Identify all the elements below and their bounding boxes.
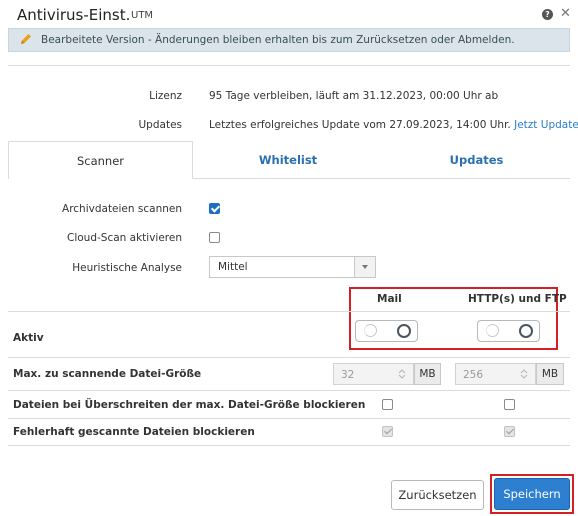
row-divider — [8, 445, 570, 446]
updates-status-text: Letztes erfolgreiches Update vom 27.09.2… — [209, 119, 511, 131]
dialog-title: Antivirus-Einst. — [17, 6, 131, 24]
mail-active-toggle[interactable] — [355, 320, 418, 342]
dialog-subtitle: UTM — [131, 10, 154, 21]
spinner-icon[interactable] — [520, 368, 528, 380]
mail-block-oversize-checkbox[interactable] — [382, 399, 393, 410]
save-button[interactable]: Speichern — [494, 478, 570, 510]
notice-text: Bearbeitete Version - Änderungen bleiben… — [41, 34, 515, 46]
cloud-scan-label: Cloud-Scan aktivieren — [67, 232, 182, 244]
heuristic-label: Heuristische Analyse — [72, 262, 182, 274]
divider — [8, 65, 570, 66]
block-oversize-label: Dateien bei Überschreiten der max. Datei… — [13, 399, 366, 411]
toggle-knob — [519, 324, 533, 338]
row-divider — [8, 357, 570, 358]
archive-scan-checkbox[interactable] — [209, 203, 220, 214]
column-header-mail: Mail — [377, 293, 402, 305]
reset-button[interactable]: Zurücksetzen — [391, 480, 484, 510]
mail-max-size-input[interactable]: 32 — [333, 363, 414, 385]
mail-max-size-value: 32 — [341, 369, 355, 381]
column-header-http-ftp: HTTP(s) und FTP — [468, 293, 567, 305]
tab-divider — [193, 178, 570, 179]
toggle-off-indicator — [486, 324, 499, 337]
license-value: 95 Tage verbleiben, läuft am 31.12.2023,… — [209, 90, 499, 102]
dropdown-button[interactable] — [354, 257, 375, 277]
help-icon[interactable]: ? — [542, 9, 553, 20]
http-unit-label: MB — [536, 363, 564, 385]
spinner-icon[interactable] — [398, 368, 406, 380]
row-divider — [8, 418, 570, 419]
license-label: Lizenz — [149, 90, 182, 102]
cloud-scan-checkbox[interactable] — [209, 232, 220, 243]
update-now-link[interactable]: Jetzt Updaten. — [514, 119, 578, 131]
row-divider — [8, 311, 570, 312]
heuristic-select[interactable]: Mittel — [209, 256, 376, 278]
http-block-oversize-checkbox[interactable] — [504, 399, 515, 410]
tab-whitelist[interactable]: Whitelist — [193, 141, 383, 179]
max-size-label: Max. zu scannende Datei-Größe — [13, 368, 202, 380]
toggle-knob — [397, 324, 411, 338]
http-max-size-value: 256 — [463, 369, 484, 381]
heuristic-selected-value: Mittel — [218, 261, 248, 273]
chevron-down-icon — [362, 265, 368, 269]
mail-unit-label: MB — [414, 363, 441, 385]
active-label: Aktiv — [13, 332, 44, 344]
mail-block-error-checkbox[interactable] — [382, 426, 393, 437]
updates-value: Letztes erfolgreiches Update vom 27.09.2… — [209, 119, 578, 131]
block-error-label: Fehlerhaft gescannte Dateien blockieren — [13, 426, 255, 438]
pencil-icon — [21, 34, 31, 44]
http-block-error-checkbox[interactable] — [504, 426, 515, 437]
edit-notice-banner: Bearbeitete Version - Änderungen bleiben… — [8, 28, 570, 52]
archive-scan-label: Archivdateien scannen — [62, 203, 182, 215]
toggle-off-indicator — [364, 324, 377, 337]
row-divider — [8, 390, 570, 391]
close-icon[interactable]: ✕ — [560, 6, 571, 21]
tab-scanner[interactable]: Scanner — [8, 141, 193, 179]
http-active-toggle[interactable] — [477, 320, 540, 342]
updates-label: Updates — [138, 119, 183, 131]
tab-updates[interactable]: Updates — [383, 141, 570, 179]
http-max-size-input[interactable]: 256 — [455, 363, 536, 385]
